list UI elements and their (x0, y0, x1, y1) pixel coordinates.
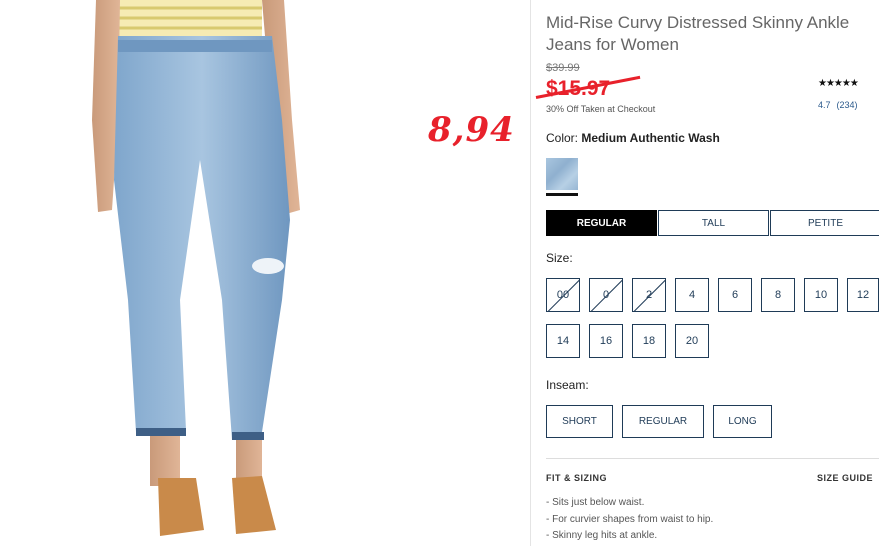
size-option[interactable]: 8 (761, 278, 795, 312)
inseam-short-button[interactable]: SHORT (546, 405, 613, 438)
tab-regular[interactable]: REGULAR (546, 210, 657, 236)
size-option[interactable]: 6 (718, 278, 752, 312)
review-count: (234) (836, 100, 858, 110)
list-item: Sits just below waist. (546, 497, 713, 514)
tab-petite[interactable]: PETITE (770, 210, 879, 236)
size-option[interactable]: 2 (632, 278, 666, 312)
divider (530, 0, 531, 546)
size-option[interactable]: 16 (589, 324, 623, 358)
size-option[interactable]: 0 (589, 278, 623, 312)
promo-text: 30% Off Taken at Checkout (546, 104, 656, 114)
size-option[interactable]: 18 (632, 324, 666, 358)
annotation-price: 8,94 (428, 110, 515, 150)
list-item: For curvier shapes from waist to hip. (546, 514, 713, 531)
size-option[interactable]: 10 (804, 278, 838, 312)
product-title: Mid-Rise Curvy Distressed Skinny Ankle J… (546, 13, 850, 54)
original-price: $39.99 (546, 62, 580, 74)
swatch-selected-indicator (546, 193, 578, 196)
size-option[interactable]: 4 (675, 278, 709, 312)
size-label: Size: (546, 251, 573, 265)
color-selection: Color: Medium Authentic Wash (546, 131, 720, 145)
size-option[interactable]: 00 (546, 278, 580, 312)
size-option[interactable]: 14 (546, 324, 580, 358)
size-option[interactable]: 12 (847, 278, 879, 312)
fit-sizing-heading[interactable]: FIT & SIZING (546, 473, 607, 483)
color-swatch[interactable] (546, 158, 578, 190)
size-option[interactable]: 20 (675, 324, 709, 358)
product-image (0, 0, 420, 546)
tab-tall[interactable]: TALL (658, 210, 769, 236)
rating-stars-icon[interactable]: ★★★★★ (818, 78, 859, 89)
rating-summary[interactable]: 4.7 (234) (818, 100, 858, 110)
list-item: Skinny leg hits at ankle. (546, 530, 713, 546)
section-divider (546, 458, 879, 459)
color-label: Color: (546, 131, 579, 145)
color-value: Medium Authentic Wash (581, 131, 720, 145)
size-guide-link[interactable]: SIZE GUIDE (817, 473, 873, 483)
inseam-long-button[interactable]: LONG (713, 405, 772, 438)
rating-value: 4.7 (818, 100, 831, 110)
inseam-label: Inseam: (546, 378, 589, 392)
fit-tabs: REGULAR TALL PETITE (546, 210, 879, 236)
inseam-regular-button[interactable]: REGULAR (622, 405, 704, 438)
fit-bullets: Sits just below waist. For curvier shape… (546, 497, 713, 546)
